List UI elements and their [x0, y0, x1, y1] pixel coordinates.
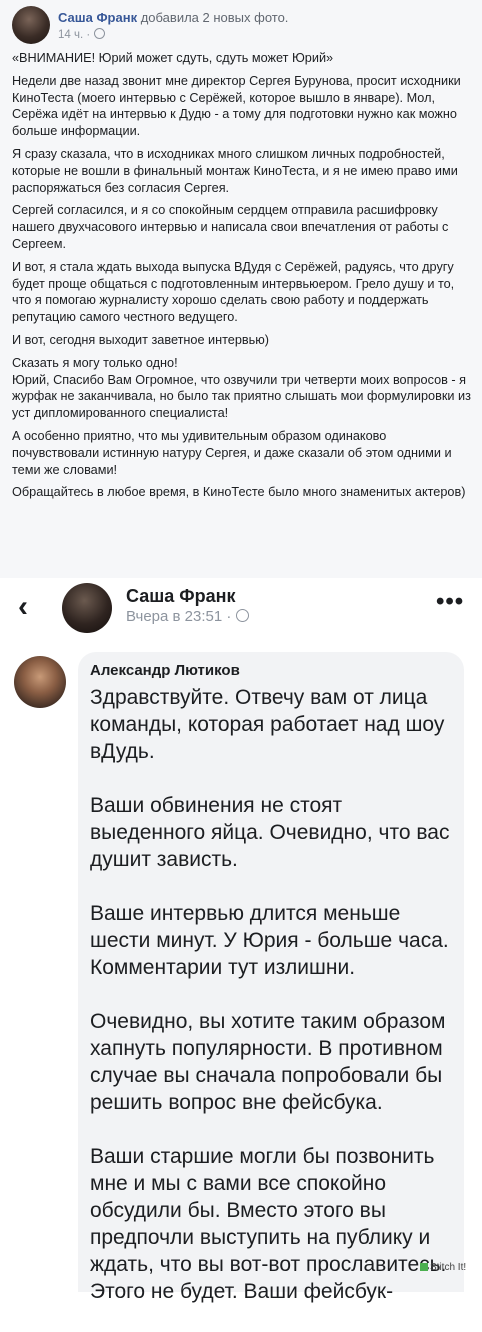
header-avatar[interactable] — [62, 583, 112, 633]
comment-paragraph: Здравствуйте. Отвечу вам от лица команды… — [90, 686, 445, 763]
post-paragraph: И вот, я стала ждать выхода выпуска ВДуд… — [12, 259, 455, 325]
header-timestamp: Вчера в 23:51 · — [126, 608, 250, 625]
post-paragraph: Недели две назад звонит мне директор Сер… — [12, 73, 461, 139]
more-options-icon[interactable]: ••• — [436, 588, 464, 616]
header-time-text: Вчера в 23:51 · — [126, 608, 232, 625]
post-paragraph: Я сразу сказала, что в исходниках много … — [12, 146, 458, 195]
stitch-watermark: Stitch It! — [420, 1262, 466, 1273]
post-paragraph: Обращайтесь в любое время, в КиноТесте б… — [12, 485, 466, 500]
post-action-text: добавила 2 новых фото. — [140, 10, 289, 25]
post-paragraph: «ВНИМАНИЕ! Юрий может сдуть, сдуть может… — [12, 51, 334, 65]
post-paragraph: Сергей согласился, и я со спокойным серд… — [12, 203, 449, 251]
comment-paragraph: Ваши обвинения не стоят выеденного яйца.… — [90, 794, 450, 871]
stitch-logo-icon — [420, 1263, 428, 1271]
comment-paragraph: Очевидно, вы хотите таким образом хапнут… — [90, 1010, 446, 1114]
comment-section: Александр Лютиков Здравствуйте. Отвечу в… — [0, 640, 482, 1303]
poster-avatar[interactable] — [12, 6, 50, 44]
post-header: Саша Франк добавила 2 новых фото. — [58, 10, 288, 25]
mobile-post-header: ‹ Саша Франк Вчера в 23:51 · ••• — [0, 578, 482, 640]
comment-paragraph: Ваши старшие могли бы позвонить мне и мы… — [90, 1145, 447, 1303]
header-name[interactable]: Саша Франк — [126, 586, 236, 607]
post-timestamp[interactable]: 14 ч. · — [58, 28, 106, 41]
back-arrow-icon[interactable]: ‹ — [18, 590, 28, 624]
post-body: «ВНИМАНИЕ! Юрий может сдуть, сдуть может… — [12, 50, 474, 507]
post-section: Саша Франк добавила 2 новых фото. 14 ч. … — [0, 0, 482, 578]
comment-paragraph: Ваше интервью длится меньше шести минут.… — [90, 902, 449, 979]
globe-icon — [236, 609, 250, 622]
comment-bubble: Александр Лютиков Здравствуйте. Отвечу в… — [78, 652, 464, 1303]
globe-icon — [94, 28, 106, 39]
watermark-text: Stitch It! — [430, 1262, 467, 1273]
post-paragraph: А особенно приятно, что мы удивительным … — [12, 428, 452, 477]
poster-name-link[interactable]: Саша Франк — [58, 10, 137, 25]
commenter-name[interactable]: Александр Лютиков — [90, 662, 240, 679]
post-paragraph: И вот, сегодня выходит заветное интервью… — [12, 332, 269, 347]
post-paragraph: Юрий, Спасибо Вам Огромное, что озвучили… — [12, 372, 471, 421]
commenter-avatar[interactable] — [14, 656, 66, 708]
post-time-text: 14 ч. · — [58, 29, 91, 41]
post-paragraph: Сказать я могу только одно! — [12, 355, 178, 370]
comment-body: Здравствуйте. Отвечу вам от лица команды… — [90, 684, 460, 1332]
